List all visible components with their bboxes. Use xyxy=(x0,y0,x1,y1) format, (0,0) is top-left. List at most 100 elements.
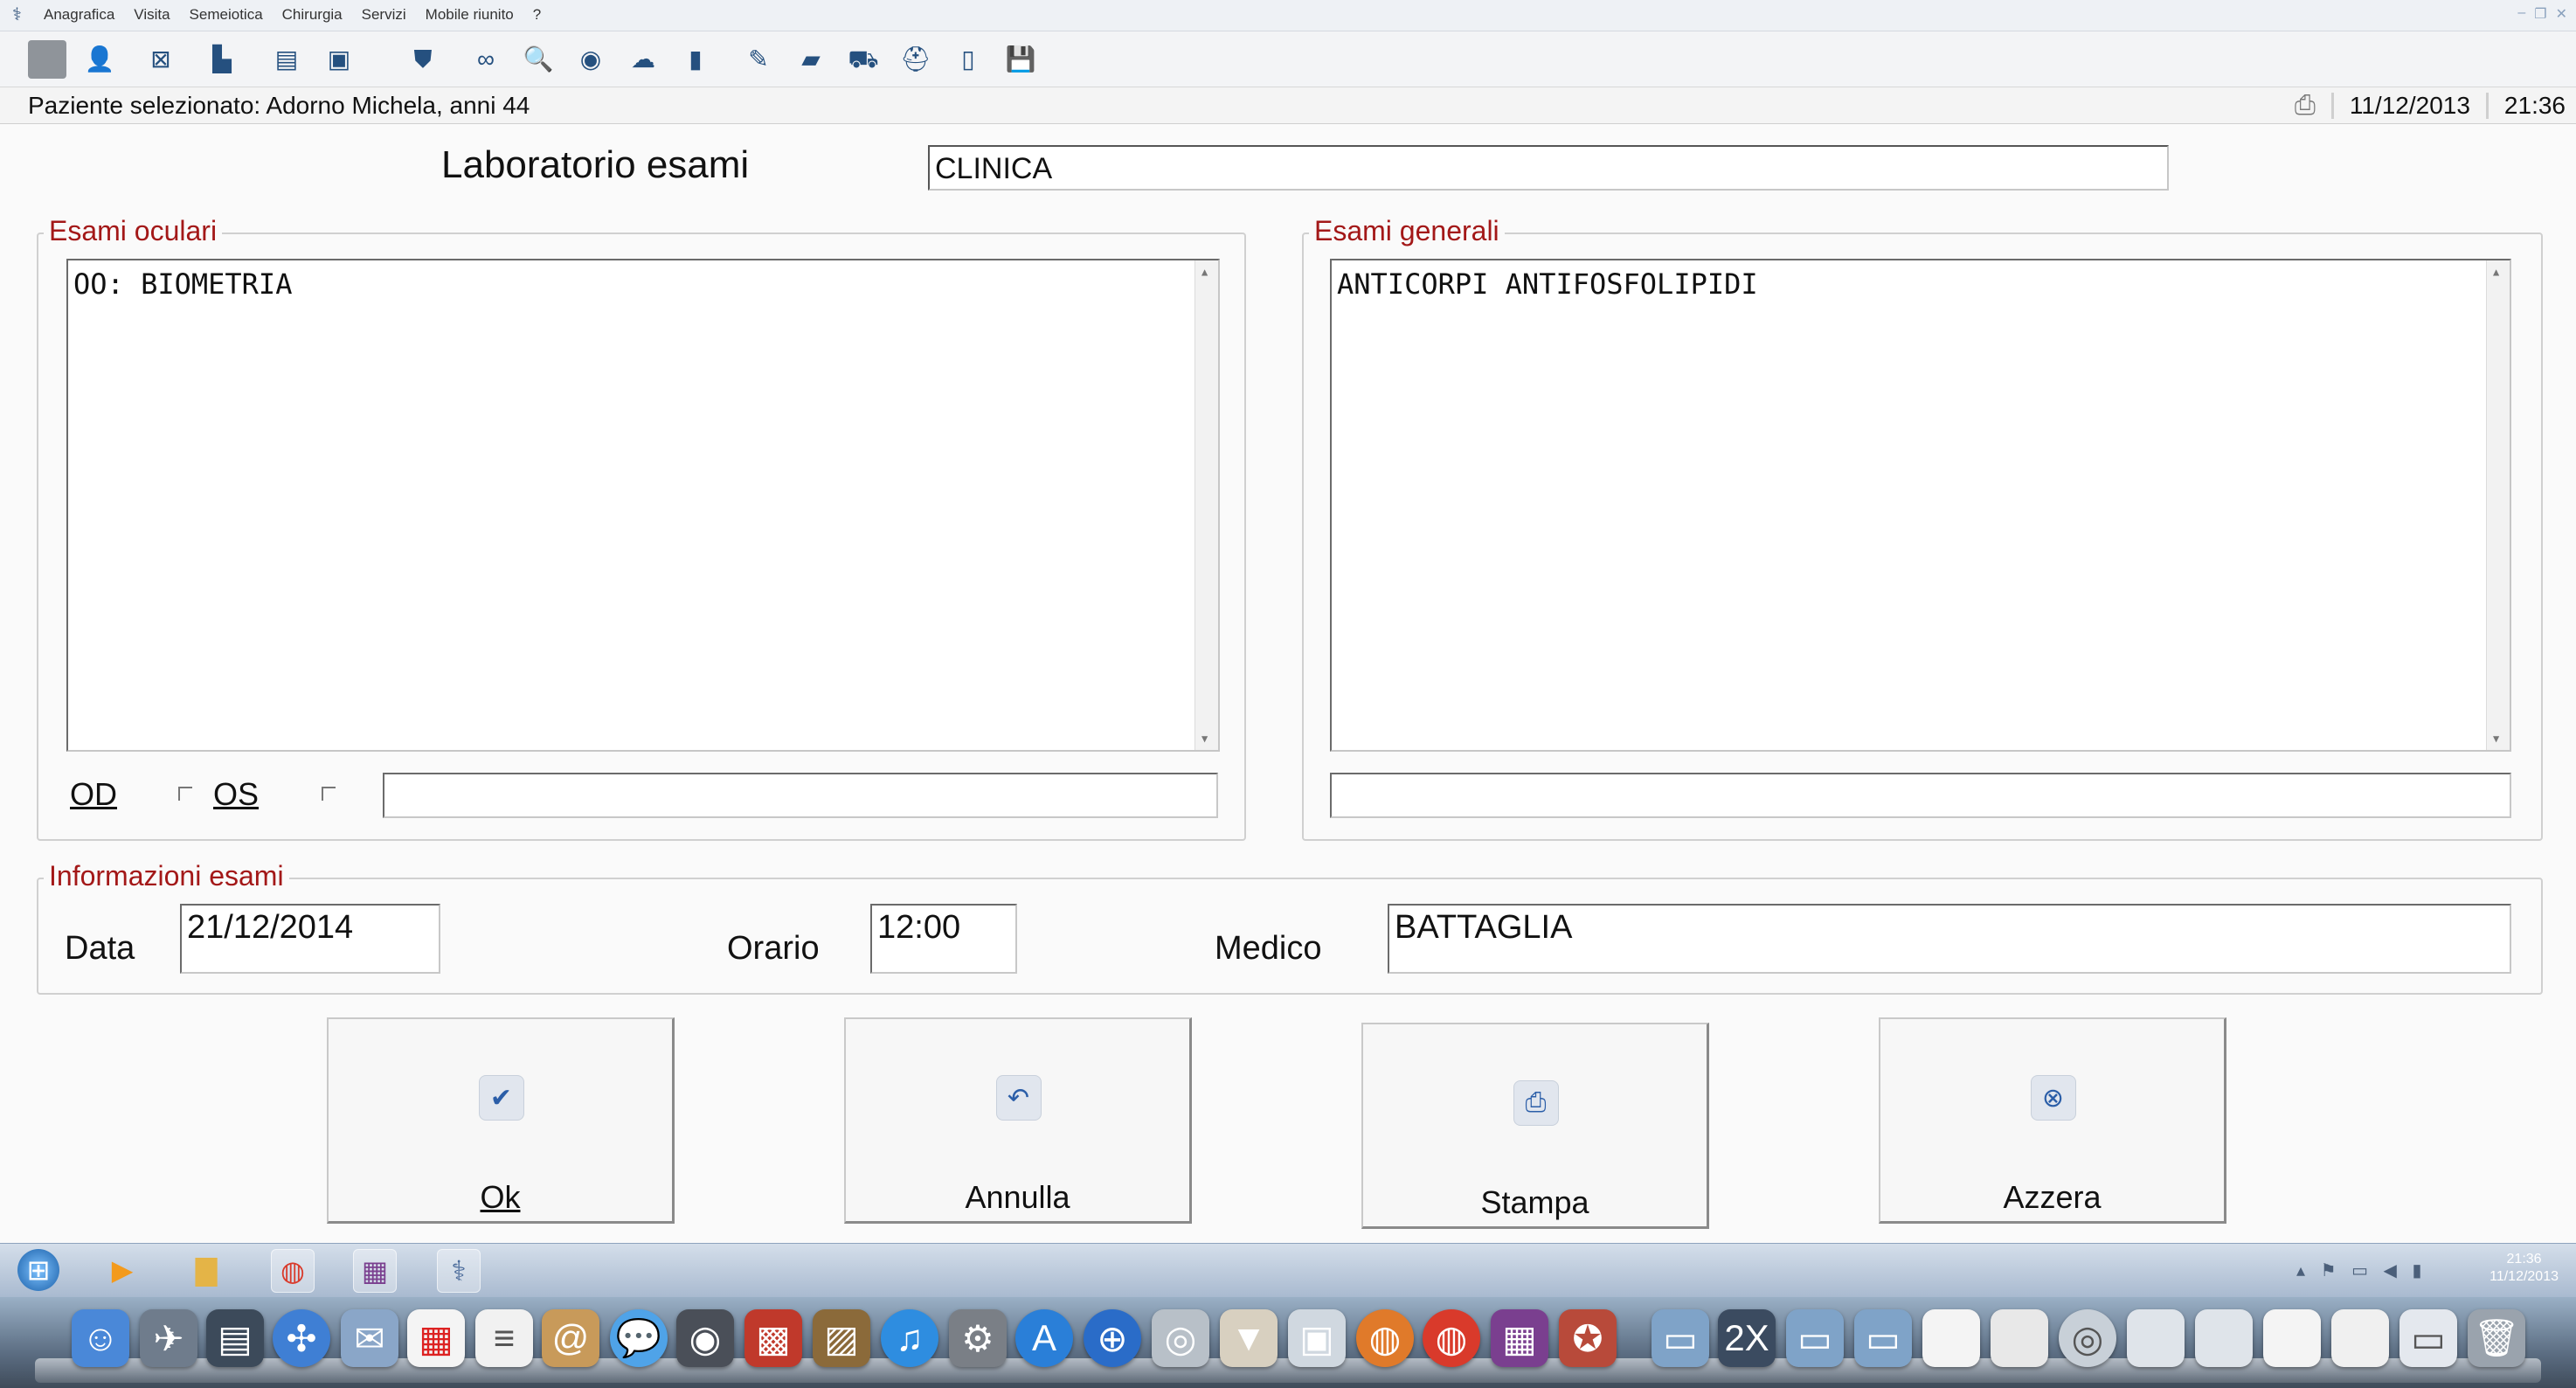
stack-document-icon[interactable] xyxy=(1991,1309,2048,1367)
trash-icon[interactable]: 🗑 xyxy=(2468,1309,2525,1367)
archiver-dock-icon[interactable]: ▦ xyxy=(1491,1309,1548,1367)
status-bar: Paziente selezionato: Adorno Michela, an… xyxy=(0,87,2576,124)
notes-icon[interactable]: ≡ xyxy=(475,1309,533,1367)
launchpad-icon[interactable]: ✈ xyxy=(140,1309,197,1367)
os-checkbox[interactable] xyxy=(322,787,336,801)
menu-anagrafica[interactable]: Anagrafica xyxy=(44,6,114,24)
scroll-down-icon[interactable]: ▼ xyxy=(2493,732,2499,745)
minimize-icon[interactable]: – xyxy=(2517,5,2525,23)
close-box-icon[interactable]: ⊠ xyxy=(142,40,180,79)
remote-desktop-icon[interactable]: ⊕ xyxy=(1084,1309,1141,1367)
parallels-2x-icon[interactable]: 2X xyxy=(1718,1309,1776,1367)
facetime-icon[interactable]: ◉ xyxy=(676,1309,734,1367)
start-button-icon[interactable]: ⊞ xyxy=(17,1249,59,1291)
menu-visita[interactable]: Visita xyxy=(134,6,170,24)
data-field[interactable]: 21/12/2014 xyxy=(180,904,440,974)
status-right: ⎙ 11/12/2013 21:36 xyxy=(2295,91,2566,121)
status-time: 21:36 xyxy=(2503,92,2566,119)
magnifier-icon[interactable]: 🔍 xyxy=(519,40,557,79)
medico-field[interactable]: BATTAGLIA xyxy=(1388,904,2511,974)
preview-icon[interactable]: ▣ xyxy=(1288,1309,1346,1367)
clipboard-icon[interactable]: ▮ xyxy=(676,40,715,79)
menu-semeiotica[interactable]: Semeiotica xyxy=(190,6,263,24)
keynote-icon[interactable]: ▼ xyxy=(1220,1309,1278,1367)
close-icon[interactable]: ✕ xyxy=(2556,5,2567,23)
informazioni-esami-title: Informazioni esami xyxy=(44,860,289,892)
contacts-icon[interactable]: @ xyxy=(542,1309,599,1367)
car-icon[interactable]: ⛟ xyxy=(844,40,883,79)
stack-document-icon[interactable] xyxy=(2331,1309,2389,1367)
monitor-icon[interactable]: ▭ xyxy=(2399,1309,2457,1367)
scroll-up-icon[interactable]: ▲ xyxy=(2493,266,2499,278)
annulla-button[interactable]: ↶ Annulla xyxy=(844,1017,1192,1224)
finder-icon[interactable]: ☺ xyxy=(72,1309,129,1367)
restore-icon[interactable]: ❐ xyxy=(2534,5,2546,23)
esami-generali-memo[interactable]: ANTICORPI ANTIFOSFOLIPIDI ▲ ▼ xyxy=(1330,259,2511,752)
archive-icon[interactable]: ▦ xyxy=(353,1249,397,1293)
system-tray: ▴ ⚑ ▭ ◀ ▮ 21:36 11/12/2013 xyxy=(2296,1247,2559,1294)
od-checkbox[interactable] xyxy=(178,787,192,801)
menu-help[interactable]: ? xyxy=(533,6,541,24)
applications-folder-icon[interactable]: ▭ xyxy=(1652,1309,1709,1367)
stack-document-icon[interactable] xyxy=(1922,1309,1980,1367)
book-icon[interactable]: ▰ xyxy=(792,40,830,79)
photo-booth-icon[interactable]: ▩ xyxy=(744,1309,802,1367)
calendar-icon[interactable]: ▦ xyxy=(407,1309,465,1367)
iphoto-icon[interactable]: ▨ xyxy=(813,1309,870,1367)
menu-servizi[interactable]: Servizi xyxy=(362,6,406,24)
selected-patient-text: Paziente selezionato: Adorno Michela, an… xyxy=(28,92,530,119)
chrome-icon[interactable]: ◍ xyxy=(271,1249,315,1293)
stack-window-icon[interactable] xyxy=(2195,1309,2253,1367)
dashboard-icon[interactable]: ▤ xyxy=(206,1309,264,1367)
folder-icon[interactable]: ▙ xyxy=(203,40,241,79)
esami-oculari-memo[interactable]: OO: BIOMETRIA ▲ ▼ xyxy=(66,259,1220,752)
file-explorer-icon[interactable]: ▇ xyxy=(185,1249,227,1291)
scroll-up-icon[interactable]: ▲ xyxy=(1201,266,1208,278)
media-player-icon[interactable]: ▶ xyxy=(101,1249,143,1291)
stack-document-icon[interactable] xyxy=(2263,1309,2321,1367)
eye-icon[interactable]: ◉ xyxy=(571,40,610,79)
tray-clock[interactable]: 21:36 11/12/2013 xyxy=(2489,1251,2559,1286)
esami-generali-scrollbar[interactable]: ▲ ▼ xyxy=(2486,260,2510,750)
esami-oculari-scrollbar[interactable]: ▲ ▼ xyxy=(1195,260,1218,750)
stack-window-icon[interactable] xyxy=(2127,1309,2185,1367)
app-store-icon[interactable]: A xyxy=(1015,1309,1073,1367)
medical-app-icon[interactable]: ⚕ xyxy=(437,1249,481,1293)
chrome-dock-icon[interactable]: ◍ xyxy=(1423,1309,1480,1367)
cloud-icon[interactable]: ☁ xyxy=(624,40,662,79)
esami-oculari-note-field[interactable] xyxy=(383,773,1218,818)
mail-icon[interactable]: ✉ xyxy=(341,1309,398,1367)
blank-tool-icon[interactable] xyxy=(28,40,66,79)
list-icon[interactable]: ▤ xyxy=(267,40,306,79)
bag-icon[interactable]: ⛑ xyxy=(897,40,935,79)
utility-dock-icon[interactable]: ✪ xyxy=(1559,1309,1617,1367)
safari-icon[interactable]: ✣ xyxy=(273,1309,330,1367)
clinica-field[interactable]: CLINICA xyxy=(928,145,2169,191)
azzera-button[interactable]: ⊗ Azzera xyxy=(1879,1017,2226,1224)
scroll-down-icon[interactable]: ▼ xyxy=(1201,732,1208,745)
itunes-icon[interactable]: ♫ xyxy=(881,1309,938,1367)
orario-field[interactable]: 12:00 xyxy=(870,904,1017,974)
messages-icon[interactable]: 💬 xyxy=(610,1309,668,1367)
documents-folder-icon[interactable]: ▭ xyxy=(1786,1309,1844,1367)
system-preferences-icon[interactable]: ⚙ xyxy=(949,1309,1007,1367)
glasses-icon[interactable]: ∞ xyxy=(467,40,505,79)
stamp-icon[interactable]: ⛊ xyxy=(404,40,442,79)
stampa-button[interactable]: ⎙ Stampa xyxy=(1361,1023,1709,1229)
ok-button[interactable]: ✔ Ok xyxy=(327,1017,675,1224)
dvd-player-icon[interactable]: ◎ xyxy=(1152,1309,1209,1367)
menu-mobile-riunito[interactable]: Mobile riunito xyxy=(426,6,514,24)
orario-label: Orario xyxy=(727,930,820,967)
document-icon[interactable]: ▯ xyxy=(949,40,987,79)
save-icon[interactable]: 💾 xyxy=(1001,40,1040,79)
pencil-icon[interactable]: ✎ xyxy=(739,40,778,79)
printer-icon: ⎙ xyxy=(1513,1080,1559,1126)
menu-chirurgia[interactable]: Chirurgia xyxy=(282,6,343,24)
tray-icons[interactable]: ▴ ⚑ ▭ ◀ ▮ xyxy=(2296,1260,2427,1281)
disk-icon[interactable]: ◎ xyxy=(2059,1309,2116,1367)
firefox-icon[interactable]: ◍ xyxy=(1356,1309,1414,1367)
user-icon[interactable]: 👤 xyxy=(80,40,119,79)
downloads-folder-icon[interactable]: ▭ xyxy=(1854,1309,1912,1367)
card-icon[interactable]: ▣ xyxy=(320,40,358,79)
esami-generali-note-field[interactable] xyxy=(1330,773,2511,818)
